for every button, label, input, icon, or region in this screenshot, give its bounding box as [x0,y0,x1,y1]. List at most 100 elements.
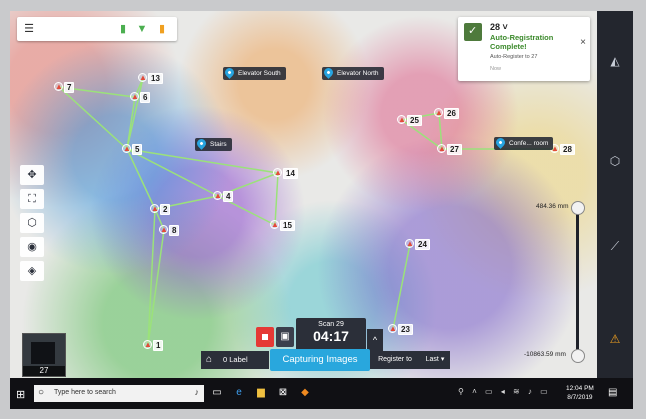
poi-label[interactable]: Elevator North [322,66,384,80]
microphone-icon[interactable]: ♪ [195,387,200,397]
fit-view-icon[interactable]: ⛶ [20,189,44,209]
3d-cube-icon[interactable]: ⬡ [20,213,44,233]
registration-link [126,148,156,210]
clock-date: 8/7/2019 [567,394,593,401]
close-icon[interactable]: × [580,37,586,48]
image-icon: ▣ [280,331,290,342]
label-button[interactable]: ⌂ 0 Label [201,351,269,369]
stop-icon [262,334,268,340]
notification-time: Now [490,66,502,72]
app-shield-icon[interactable]: ◆ [298,386,312,400]
tag-icon: ⌂ [206,354,213,365]
move-icon[interactable]: ✥ [20,165,44,185]
expand-chevron-icon[interactable]: ^ [367,329,383,351]
notification-thumbnail: ✓ [464,23,482,41]
registration-link [392,243,411,330]
system-tray[interactable]: ⚲ ˄ ▭ ◂ ≋ ♪ ▭ [458,387,551,396]
scan-point-label[interactable]: 6 [140,92,151,103]
slider-bottom-handle[interactable] [571,349,585,363]
device-battery-icon: ▮ [158,23,166,35]
windows-taskbar: ⊞ ○ Type here to search ♪ ▭ e ▆ ⊠ ◆ ⚲ ˄ … [10,378,633,409]
scan-point-label[interactable]: 2 [160,204,171,215]
poi-label[interactable]: Elevator South [223,66,286,80]
notification-scan-number[interactable]: 28 ˅ [490,22,508,32]
search-placeholder: Type here to search [54,389,116,396]
alert-badge-icon[interactable]: ⚠ [605,329,625,349]
notification-toast[interactable]: ✓ 28 ˅ Auto-Registration Complete! Auto-… [458,17,590,81]
clock-time: 12:04 PM [566,385,594,392]
scan-point-label[interactable]: 27 [447,144,462,155]
right-rail: ◭ ⬡ ⟋ ⚠ [597,11,633,378]
location-pin-icon [322,66,335,79]
poi-text: Confe... room [509,140,549,147]
scan-point-label[interactable]: 28 [560,144,575,155]
ruler-icon[interactable]: ⟋ [605,236,625,256]
scan-point-label[interactable]: 23 [398,324,413,335]
scan-point-label[interactable]: 4 [223,191,234,202]
layers-icon[interactable]: ◈ [20,261,44,281]
edge-icon[interactable]: e [232,386,246,400]
taskbar-search-input[interactable]: ○ Type here to search ♪ [34,385,204,402]
thumbnail-image [31,342,55,364]
capturing-images-button[interactable]: Capturing Images [270,349,370,371]
location-pin-icon [494,136,507,149]
scan-point-label[interactable]: 14 [283,168,298,179]
location-pin-icon [223,66,236,79]
scan-marker-icon: ▲ [151,204,159,213]
scan-marker-icon: ▲ [123,144,131,153]
stop-button[interactable] [256,327,274,347]
notification-subtitle: Auto-Register to 27 [490,54,538,60]
scan-point-label[interactable]: 24 [415,239,430,250]
file-explorer-icon[interactable]: ▆ [254,386,268,400]
notification-center-icon[interactable]: ▤ [608,387,617,398]
triangle-marker-icon[interactable]: ◭ [605,51,625,71]
battery-icon: ▮ [119,23,127,35]
scan-point-label[interactable]: 1 [153,340,164,351]
scan-marker-icon: ▲ [139,73,147,82]
scan-marker-icon: ▲ [55,82,63,91]
scan-point-label[interactable]: 13 [148,73,163,84]
scan-marker-icon: ▲ [406,239,414,248]
registration-link [58,86,128,150]
app-window: ▲ 1 ▲ 2 ▲ 4 ▲ 5 ▲ 6 ▲ 7 ▲ 8 ▲ 13 ▲ 14 ▲ 15 ▲ 23 ▲ 24 ▲ 25 ▲ 26 ▲ 27 ▲ 2… [10,11,633,409]
poi-label[interactable]: Confe... room [494,136,554,150]
windows-start-icon[interactable]: ⊞ [16,388,25,401]
label-count: 0 Label [223,355,248,364]
elevation-slider[interactable]: 484.36 mm -10863.59 mm [524,201,585,363]
scan-marker-icon: ▲ [214,191,222,200]
poi-text: Stairs [210,141,227,148]
store-icon[interactable]: ⊠ [276,386,290,400]
register-to-button[interactable]: Register to [370,351,420,369]
tag-icon[interactable]: ⬡ [605,151,625,171]
scan-thumbnail[interactable]: 27 [22,333,66,377]
taskbar-clock[interactable]: 12:04 PM 8/7/2019 [566,384,594,402]
scan-point-label[interactable]: 25 [407,115,422,126]
notification-title: Auto-Registration Complete! [490,33,554,51]
scan-marker-icon: ▲ [389,324,397,333]
top-toolbar: ☰ ▮ ▼ ▮ [17,17,177,41]
slider-top-value: 484.36 mm [536,203,569,210]
scan-marker-icon: ▲ [131,92,139,101]
slider-bottom-value: -10863.59 mm [524,351,566,358]
last-dropdown[interactable]: Last ▾ [420,351,450,369]
scan-point-label[interactable]: 5 [132,144,143,155]
scan-point-label[interactable]: 8 [169,225,180,236]
scan-marker-icon: ▲ [271,220,279,229]
image-button[interactable]: ▣ [276,327,294,347]
scan-label: Scan 29 [318,321,344,328]
scan-marker-icon: ▲ [274,168,282,177]
poi-text: Elevator North [337,70,379,77]
scan-marker-icon: ▲ [144,340,152,349]
scan-marker-icon: ▲ [398,115,406,124]
scan-point-label[interactable]: 15 [280,220,295,231]
task-view-icon[interactable]: ▭ [210,386,224,400]
eye-icon[interactable]: ◉ [20,237,44,257]
poi-text: Elevator South [238,70,281,77]
slider-top-handle[interactable] [571,201,585,215]
wifi-icon: ▼ [136,23,148,35]
scan-marker-icon: ▲ [438,144,446,153]
scan-point-label[interactable]: 26 [444,108,459,119]
scan-point-label[interactable]: 7 [64,82,75,93]
poi-label[interactable]: Stairs [195,137,232,151]
hamburger-icon[interactable]: ☰ [21,22,37,36]
